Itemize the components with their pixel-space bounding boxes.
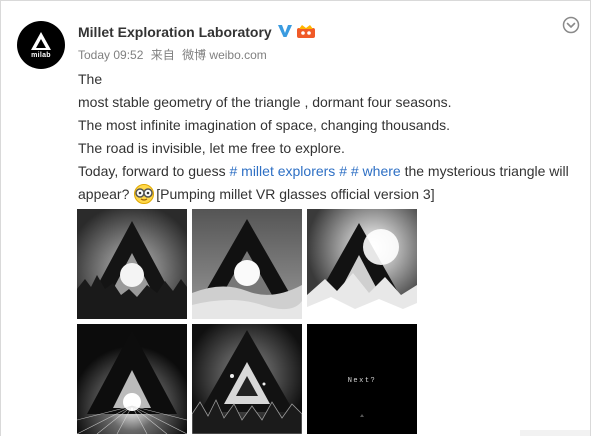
- triangle-light-rays-image-art: [77, 324, 187, 434]
- milab-triangle-logo-icon: [31, 31, 51, 50]
- author-name[interactable]: Millet Exploration Laboratory: [78, 23, 272, 41]
- triangle-snowy-mountain-image-art: [307, 209, 417, 319]
- post-time[interactable]: Today 09:52: [78, 48, 143, 62]
- verified-v-icon[interactable]: [277, 23, 293, 39]
- next-teaser-text: Next?: [348, 377, 377, 385]
- triangle-snowy-mountain-image[interactable]: [307, 209, 417, 319]
- triangle-forest-sun-image-art: [77, 209, 187, 319]
- triangle-sun-dunes-image[interactable]: [192, 209, 302, 319]
- triangle-rocky-terrain-image[interactable]: [192, 324, 302, 434]
- chevron-down-circle-icon[interactable]: [562, 16, 580, 34]
- topic-link-where[interactable]: # where: [351, 163, 401, 179]
- post-line-5-text-c: [Pumping millet VR glasses official vers…: [156, 186, 435, 202]
- post-text: The most stable geometry of the triangle…: [78, 68, 578, 206]
- post-source[interactable]: 微博 weibo.com: [182, 48, 267, 62]
- card-corner-tab: [520, 430, 590, 436]
- next-teaser-image-art: Next?: [307, 324, 417, 434]
- avatar[interactable]: milab: [17, 21, 65, 69]
- post-meta: Today 09:52 来自 微博 weibo.com: [78, 48, 271, 62]
- triangle-light-rays-image[interactable]: [77, 324, 187, 434]
- triangle-sun-dunes-image-art: [192, 209, 302, 319]
- avatar-label: milab: [31, 51, 51, 59]
- topic-link-millet-explorers[interactable]: # millet explorers #: [229, 163, 347, 179]
- source-prefix: 来自: [150, 48, 175, 62]
- triangle-rocky-terrain-image-art: [192, 324, 302, 434]
- post-line-3: The most infinite imagination of space, …: [78, 117, 451, 133]
- post-line-2: most stable geometry of the triangle , d…: [78, 94, 452, 110]
- triangle-forest-sun-image[interactable]: [77, 209, 187, 319]
- vr-glasses-emoji-icon: [134, 184, 155, 204]
- next-teaser-image[interactable]: Next?: [307, 324, 417, 434]
- post-line-5: Today, forward to guess # millet explore…: [78, 160, 578, 206]
- post-line-4: The road is invisible, let me free to ex…: [78, 140, 345, 156]
- post-line-1: The: [78, 71, 103, 87]
- vip-crown-icon[interactable]: [296, 24, 316, 39]
- post-line-5-text-a: Today, forward to guess: [78, 163, 230, 179]
- weibo-post-card: milab Millet Exploration Laboratory Toda…: [0, 0, 591, 436]
